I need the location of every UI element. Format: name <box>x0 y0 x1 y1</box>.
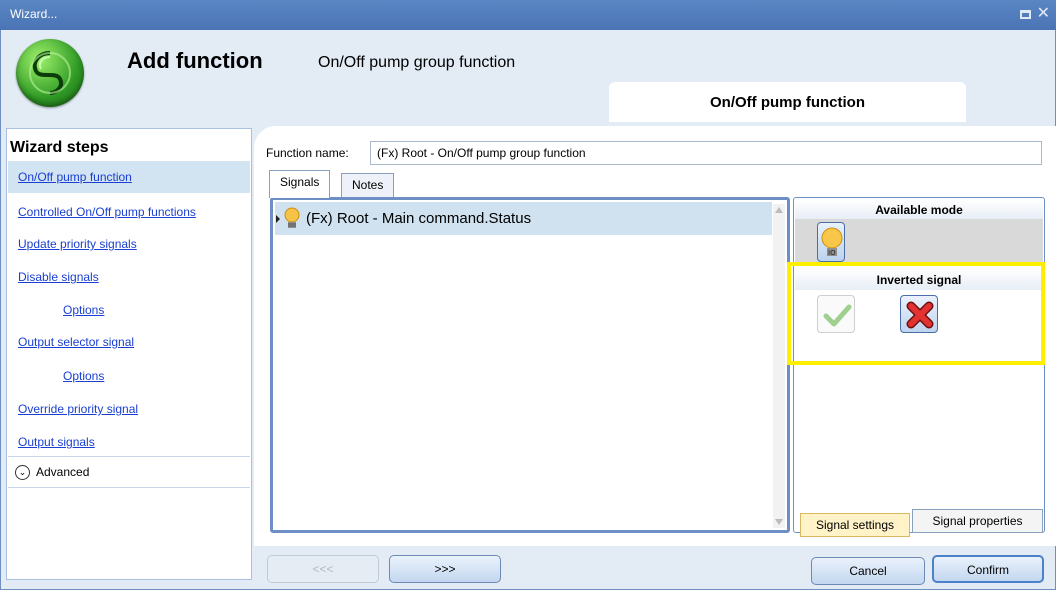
signal-label: (Fx) Root - Main command.Status <box>306 210 532 227</box>
cancel-button[interactable]: Cancel <box>811 557 925 585</box>
list-item[interactable]: (Fx) Root - Main command.Status <box>275 202 772 235</box>
close-icon[interactable]: ✕ <box>1037 6 1050 22</box>
current-step-tab: On/Off pump function <box>609 82 966 122</box>
sidebar-item-disable-options[interactable]: Options <box>8 294 250 326</box>
signal-settings-panel: Available mode ΙΟ Inverted signal <box>793 197 1045 533</box>
sidebar-item-on-off-pump-function[interactable]: On/Off pump function <box>8 161 250 193</box>
wizard-steps-sidebar: Wizard steps On/Off pump function Contro… <box>6 128 252 580</box>
tab-signal-settings[interactable]: Signal settings <box>800 513 910 537</box>
tab-signal-properties[interactable]: Signal properties <box>912 509 1043 533</box>
maximize-icon[interactable] <box>1019 9 1031 19</box>
list-scrollbar[interactable] <box>773 204 785 528</box>
tab-signals[interactable]: Signals <box>269 170 331 198</box>
bulb-mode-button[interactable]: ΙΟ <box>817 222 845 262</box>
wizard-steps-heading: Wizard steps <box>10 139 109 156</box>
window-controls: ✕ <box>1019 6 1050 22</box>
signals-list: (Fx) Root - Main command.Status <box>270 197 790 533</box>
function-name-input[interactable] <box>370 141 1042 165</box>
bulb-icon <box>284 207 300 231</box>
sidebar-item-update-priority-signals[interactable]: Update priority signals <box>8 228 250 260</box>
sidebar-item-output-selector-options[interactable]: Options <box>8 360 250 392</box>
sidebar-item-controlled-functions[interactable]: Controlled On/Off pump functions <box>8 196 250 228</box>
next-button[interactable]: >>> <box>389 555 501 583</box>
sidebar-item-output-signals[interactable]: Output signals <box>8 426 250 458</box>
chevron-down-icon: ⌄ <box>15 464 30 480</box>
advanced-expander[interactable]: ⌄ Advanced <box>8 456 250 488</box>
confirm-button[interactable]: Confirm <box>932 555 1044 583</box>
page-title: Add function <box>127 48 263 73</box>
sidebar-item-output-selector-signal[interactable]: Output selector signal <box>8 326 250 358</box>
available-mode-area: ΙΟ <box>795 219 1043 266</box>
previous-button[interactable]: <<< <box>267 555 379 583</box>
tab-notes[interactable]: Notes <box>341 173 395 198</box>
scroll-down-icon[interactable] <box>775 519 783 525</box>
expand-arrow-icon[interactable] <box>276 214 280 223</box>
function-name-label: Function name: <box>266 146 349 160</box>
available-mode-header: Available mode <box>795 199 1043 219</box>
inverted-signal-highlight <box>787 262 1045 365</box>
advanced-label: Advanced <box>36 465 90 479</box>
window-title: Wizard... <box>10 7 58 21</box>
sidebar-item-override-priority-signal[interactable]: Override priority signal <box>8 393 250 425</box>
app-logo-icon <box>16 39 84 107</box>
window-titlebar: Wizard... ✕ <box>0 0 1056 30</box>
scroll-up-icon[interactable] <box>775 207 783 213</box>
svg-text:ΙΟ: ΙΟ <box>828 249 836 257</box>
sidebar-item-disable-signals[interactable]: Disable signals <box>8 261 250 293</box>
page-subtitle: On/Off pump group function <box>318 54 516 71</box>
